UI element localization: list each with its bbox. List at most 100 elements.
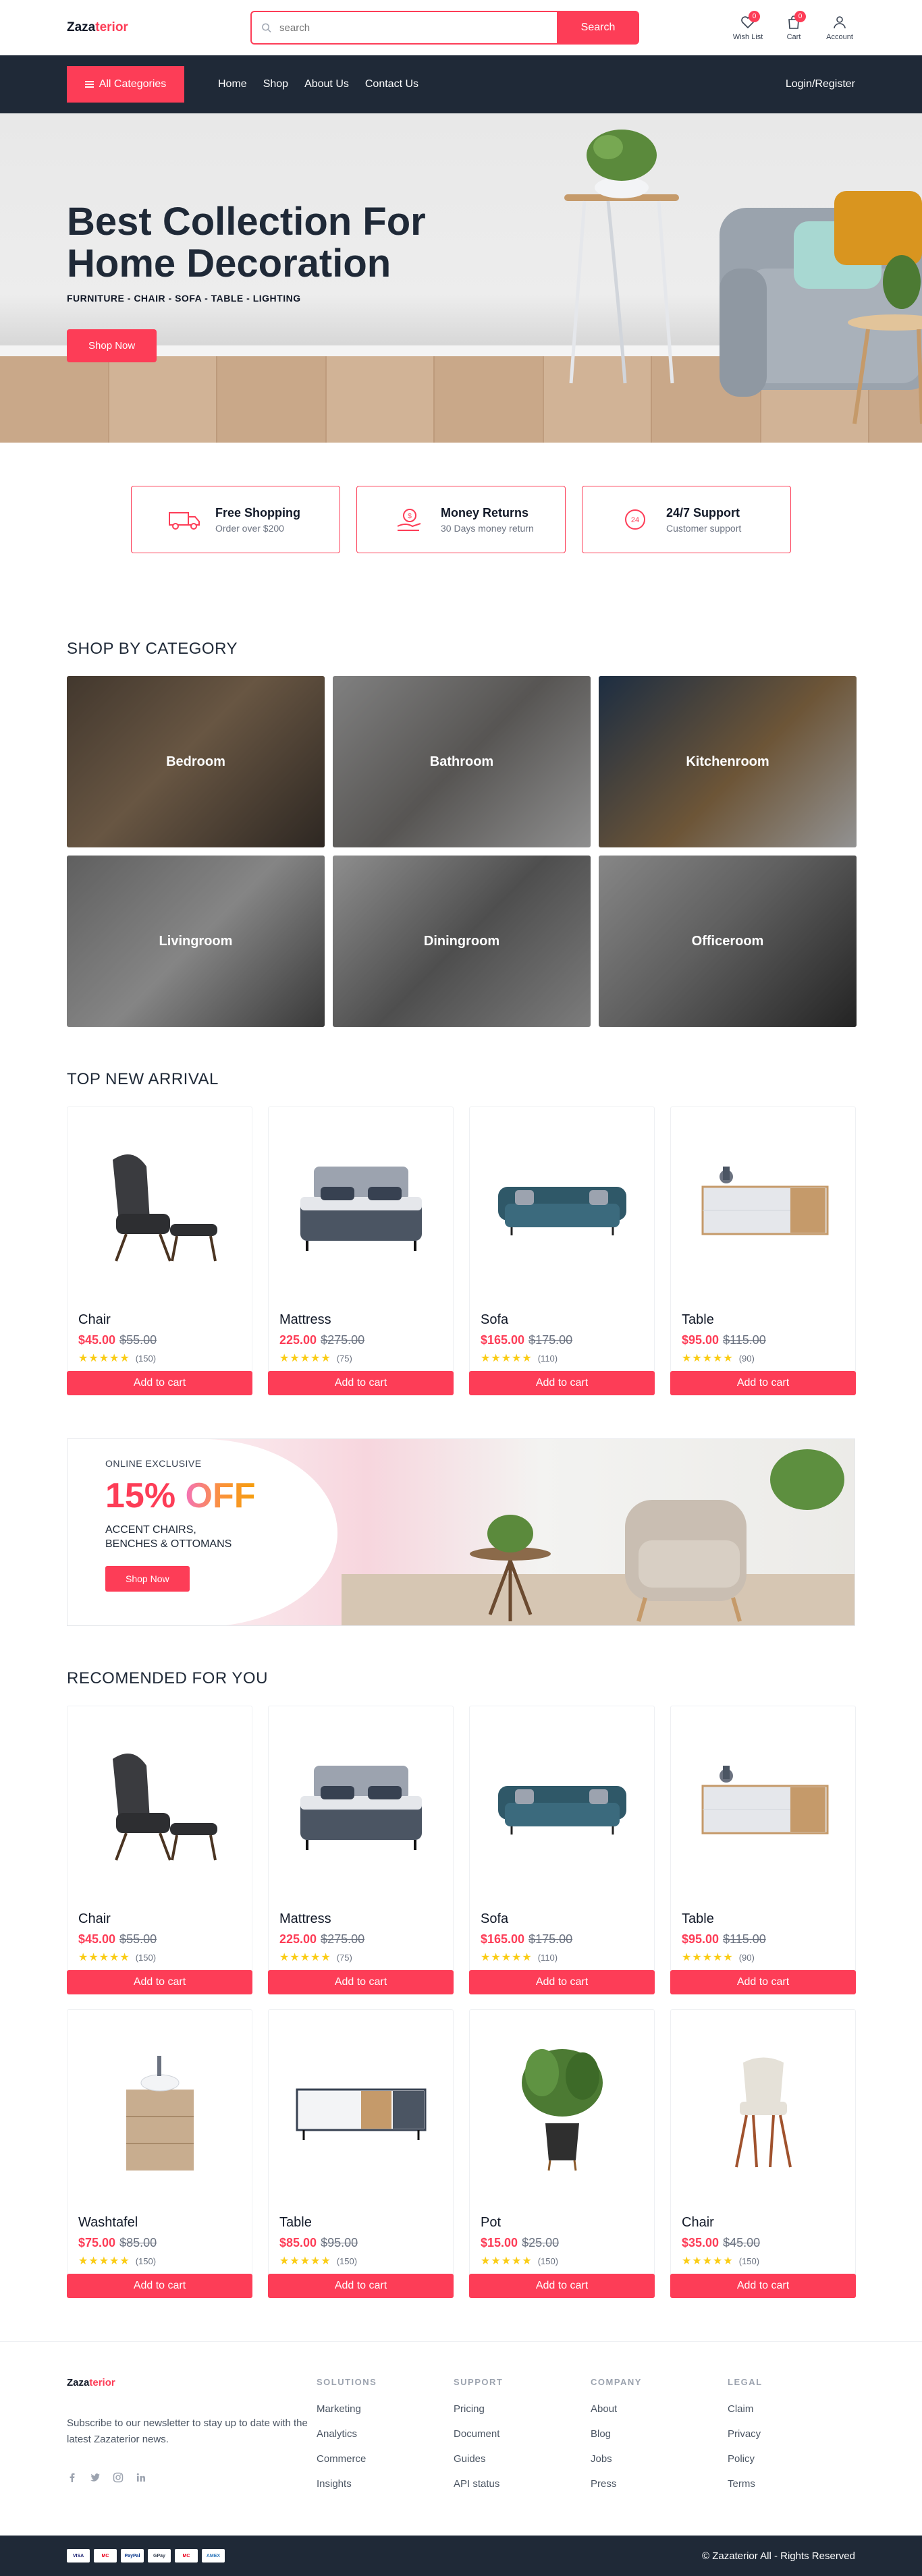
product-image: [481, 2010, 643, 2210]
add-to-cart-button[interactable]: Add to cart: [67, 2274, 252, 2298]
menu-icon: [84, 81, 94, 88]
product-prices: $35.00 $45.00: [682, 2236, 844, 2250]
search-input[interactable]: [279, 22, 557, 34]
footer-link[interactable]: Privacy: [728, 2428, 865, 2440]
product-name: Washtafel: [78, 2215, 138, 2230]
nav-link-shop[interactable]: Shop: [263, 78, 288, 90]
star-icon: ★★★★★: [682, 1952, 734, 1963]
footer-link[interactable]: Jobs: [591, 2453, 728, 2465]
footer-col-title: SOLUTIONS: [317, 2377, 377, 2387]
category-label: Officeroom: [691, 933, 764, 949]
product-image: [279, 1107, 442, 1307]
add-to-cart-button[interactable]: Add to cart: [67, 1371, 252, 1395]
hero-title-line1: Best Collection For: [67, 200, 426, 244]
footer-link[interactable]: Claim: [728, 2403, 865, 2415]
mastercard-icon: MC: [94, 2549, 117, 2563]
product-card-body: Washtafel $75.00 $85.00 ★★★★★ (150): [67, 2009, 252, 2276]
hero-title: Best Collection For Home Decoration: [67, 201, 499, 285]
category-bedroom[interactable]: Bedroom: [67, 676, 325, 847]
footer-link[interactable]: Policy: [728, 2453, 865, 2465]
add-to-cart-button[interactable]: Add to cart: [670, 1371, 856, 1395]
category-diningroom[interactable]: Diningroom: [333, 856, 591, 1027]
product-card[interactable]: Table $95.00 $115.00 ★★★★★ (90) Add to car…: [670, 1706, 856, 1994]
footer-link[interactable]: API status: [454, 2478, 591, 2490]
add-to-cart-button[interactable]: Add to cart: [268, 1371, 454, 1395]
wishlist-link[interactable]: 0 Wish List: [732, 11, 763, 41]
footer-link[interactable]: Document: [454, 2428, 591, 2440]
footer-link[interactable]: Pricing: [454, 2403, 591, 2415]
category-overlay: Officeroom: [599, 856, 857, 1027]
product-card[interactable]: Chair $45.00 $55.00 ★★★★★ (150) Add to car…: [67, 1706, 252, 1994]
category-livingroom[interactable]: Livingroom: [67, 856, 325, 1027]
add-to-cart-button[interactable]: Add to cart: [469, 1970, 655, 1994]
category-kitchenroom[interactable]: Kitchenroom: [599, 676, 857, 847]
logo[interactable]: Zazaterior: [67, 20, 250, 35]
category-bathroom[interactable]: Bathroom: [333, 676, 591, 847]
product-card[interactable]: Sofa $165.00 $175.00 ★★★★★ (110) Add to ca…: [469, 1107, 655, 1395]
product-price: $35.00: [682, 2236, 720, 2249]
footer-link[interactable]: Blog: [591, 2428, 728, 2440]
nav-link-about[interactable]: About Us: [304, 78, 349, 90]
search-button[interactable]: Search: [557, 11, 639, 45]
footer-link[interactable]: Press: [591, 2478, 728, 2490]
cart-link[interactable]: 0 Cart: [778, 11, 809, 41]
twitter-icon[interactable]: [90, 2472, 101, 2483]
chair-image: [734, 2057, 792, 2168]
add-to-cart-button[interactable]: Add to cart: [670, 2274, 856, 2298]
product-card[interactable]: Pot $15.00 $25.00 ★★★★★ (150) Add to cart: [469, 2009, 655, 2298]
product-card[interactable]: Washtafel $75.00 $85.00 ★★★★★ (150) Add to…: [67, 2009, 252, 2298]
review-count: (150): [135, 2256, 157, 2266]
product-prices: $45.00 $55.00: [78, 1333, 241, 1347]
category-label: Livingroom: [159, 933, 233, 949]
category-officeroom[interactable]: Officeroom: [599, 856, 857, 1027]
cart-label: Cart: [786, 33, 801, 41]
footer-link[interactable]: Insights: [317, 2478, 454, 2490]
promo-description: ACCENT CHAIRS, BENCHES & OTTOMANS: [105, 1523, 261, 1551]
product-card[interactable]: Chair $35.00 $45.00 ★★★★★ (150) Add to car…: [670, 2009, 856, 2298]
login-register-link[interactable]: Login/Register: [786, 78, 855, 90]
review-count: (75): [336, 1353, 352, 1364]
footer-link[interactable]: Terms: [728, 2478, 865, 2490]
add-to-cart-button[interactable]: Add to cart: [469, 2274, 655, 2298]
all-categories-button[interactable]: All Categories: [67, 66, 184, 103]
product-card[interactable]: Table $95.00 $115.00 ★★★★★ (90) Add to car…: [670, 1107, 856, 1395]
add-to-cart-button[interactable]: Add to cart: [268, 2274, 454, 2298]
sofa-image: [497, 1786, 626, 1835]
footer-link[interactable]: Commerce: [317, 2453, 454, 2465]
add-to-cart-button[interactable]: Add to cart: [670, 1970, 856, 1994]
product-card[interactable]: Sofa $165.00 $175.00 ★★★★★ (110) Add to ca…: [469, 1706, 655, 1994]
product-prices: $85.00 $95.00: [279, 2236, 442, 2250]
footer-link[interactable]: Marketing: [317, 2403, 454, 2415]
product-rating: ★★★★★ (150): [78, 1351, 241, 1365]
footer-link[interactable]: Guides: [454, 2453, 591, 2465]
star-icon: ★★★★★: [481, 1353, 533, 1364]
add-to-cart-button[interactable]: Add to cart: [469, 1371, 655, 1395]
promo-shop-now-button[interactable]: Shop Now: [105, 1566, 190, 1592]
product-card[interactable]: Mattress 225.00 $275.00 ★★★★★ (75) Add to …: [268, 1107, 454, 1395]
account-link[interactable]: Account: [824, 14, 855, 41]
product-name: Mattress: [279, 1312, 331, 1327]
product-price: $85.00: [279, 2236, 317, 2249]
instagram-icon[interactable]: [113, 2472, 124, 2483]
product-old-price: $45.00: [723, 2236, 761, 2249]
product-card[interactable]: Table $85.00 $95.00 ★★★★★ (150) Add to car…: [268, 2009, 454, 2298]
footer-link[interactable]: About: [591, 2403, 728, 2415]
section-title-recommended: RECOMENDED FOR YOU: [67, 1669, 268, 1687]
search-field: [250, 11, 557, 45]
add-to-cart-button[interactable]: Add to cart: [67, 1970, 252, 1994]
linkedin-icon[interactable]: [136, 2472, 146, 2483]
footer-logo[interactable]: Zazaterior: [67, 2377, 317, 2388]
promo-banner[interactable]: ONLINE EXCLUSIVE 15% OFF ACCENT CHAIRS, B…: [67, 1438, 855, 1626]
nav-link-home[interactable]: Home: [218, 78, 247, 90]
nav-link-contact[interactable]: Contact Us: [365, 78, 418, 90]
bed-image: [300, 1766, 422, 1850]
hero-shop-now-button[interactable]: Shop Now: [67, 329, 157, 362]
product-name: Chair: [78, 1911, 111, 1926]
footer-link[interactable]: Analytics: [317, 2428, 454, 2440]
product-card[interactable]: Chair $45.00 $55.00 ★★★★★ (150) Add to car…: [67, 1107, 252, 1395]
category-label: Kitchenroom: [686, 754, 769, 769]
recommended-for-you: RECOMENDED FOR YOU Chair $45.00 $55.00 ★★…: [67, 1669, 856, 2298]
product-card[interactable]: Mattress 225.00 $275.00 ★★★★★ (75) Add to …: [268, 1706, 454, 1994]
add-to-cart-button[interactable]: Add to cart: [268, 1970, 454, 1994]
facebook-icon[interactable]: [67, 2472, 78, 2483]
